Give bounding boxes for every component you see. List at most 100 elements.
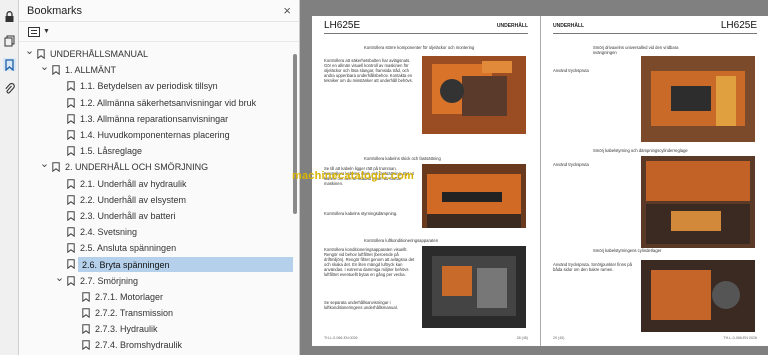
page-footer-left: TH-L-0-066-EN 0026 <box>324 336 358 340</box>
options-list-icon <box>28 26 40 37</box>
photo-cable-guide <box>641 156 755 248</box>
watermark-text: machinecatalogic.com <box>292 170 414 182</box>
bookmark-label: 1.4. Huvudkomponenternas placering <box>80 130 230 141</box>
bookmark-item[interactable]: 2.2. Underhåll av elsystem <box>19 192 293 208</box>
bookmark-label: 1.3. Allmänna reparationsanvisningar <box>80 113 229 124</box>
photo-aircon <box>422 246 526 328</box>
bookmark-icon <box>67 194 75 205</box>
photo-driveshaft <box>641 56 755 142</box>
bullet-3: Smörj kabelstyrningens cylinderlager <box>593 248 662 253</box>
page-footer-right: 28 (45) <box>516 336 528 340</box>
header-rule <box>324 33 528 34</box>
bookmark-options-button[interactable]: ▼ <box>25 24 53 40</box>
bookmark-label: 2.7.1. Motorlager <box>95 291 164 302</box>
note-2: Använd tryckspruta <box>553 162 589 167</box>
bookmark-label: 2.2. Underhåll av elsystem <box>80 194 187 205</box>
bookmark-item[interactable]: 1.5. Låsreglage <box>19 143 293 159</box>
bookmark-item[interactable]: 2.7.3. Hydraulik <box>19 321 293 337</box>
bookmark-item[interactable]: ⌄ 2.7. Smörjning <box>19 272 293 289</box>
bookmark-icon <box>37 49 45 59</box>
chevron-down-icon[interactable]: ⌄ <box>40 158 49 170</box>
bookmark-icon <box>82 324 90 335</box>
chevron-down-icon[interactable]: ⌄ <box>55 272 64 284</box>
note-1: Använd tryckspruta <box>553 68 589 73</box>
bookmark-item[interactable]: 1.4. Huvudkomponenternas placering <box>19 127 293 143</box>
bookmark-icon <box>67 81 75 92</box>
bookmark-icon <box>82 292 90 302</box>
bookmark-label: UNDERHÅLLSMANUAL <box>50 49 149 60</box>
bookmarks-panel-header: Bookmarks × <box>19 0 299 22</box>
bookmarks-icon[interactable] <box>3 58 16 71</box>
bookmark-label: 1.5. Låsreglage <box>80 146 143 157</box>
bookmark-item[interactable]: 2.7.2. Transmission <box>19 305 293 321</box>
bookmark-icon <box>67 178 75 189</box>
bookmark-label: 2.7.3. Hydraulik <box>95 324 158 335</box>
lock-icon[interactable] <box>3 10 16 23</box>
bookmarks-scrollbar[interactable] <box>293 46 298 355</box>
bookmark-label: 2.7.4. Bromshydraulik <box>95 340 183 351</box>
close-icon[interactable]: × <box>283 4 291 17</box>
attachments-icon[interactable] <box>3 82 16 95</box>
chevron-down-icon[interactable]: ⌄ <box>25 45 34 57</box>
scrollbar-thumb[interactable] <box>293 54 297 214</box>
tool-rail <box>0 0 19 355</box>
bookmark-icon <box>67 130 75 140</box>
bookmark-item[interactable]: 2.4. Svetsning <box>19 224 293 240</box>
chevron-down-icon: ▼ <box>43 28 50 35</box>
bookmark-label: 2. UNDERHÅLL OCH SMÖRJNING <box>65 162 209 173</box>
bookmark-icon <box>67 259 75 270</box>
pdf-viewer: Bookmarks × ▼ ⌄ UNDERHÅLLSMANUAL ⌄ 1. ALLMÄ… <box>0 0 768 355</box>
photo-cylinder-bearing <box>641 260 755 332</box>
paragraph-5: Se separata underhållsanvisningar i luft… <box>324 300 398 310</box>
page-section: UNDERHÅLL <box>496 23 528 29</box>
bookmark-icon <box>82 308 90 318</box>
panel-title: Bookmarks <box>27 4 83 17</box>
chevron-down-icon[interactable]: ⌄ <box>40 61 49 73</box>
bookmark-item[interactable]: 2.1. Underhåll av hydraulik <box>19 176 293 192</box>
bookmark-item[interactable]: ⌄ 1. ALLMÄNT <box>19 61 293 78</box>
bookmark-icon <box>67 243 75 254</box>
paragraph-4: Kontrollera konditioneringsapparaten vis… <box>324 247 415 277</box>
bookmarks-toolbar: ▼ <box>19 22 299 42</box>
bullet-1: Kontrollera större komponenter för oljel… <box>364 45 475 50</box>
bookmark-item[interactable]: 1.1. Betydelsen av periodisk tillsyn <box>19 78 293 94</box>
bookmark-label: 2.6. Bryta spänningen <box>82 259 170 270</box>
bookmark-label: 2.4. Svetsning <box>80 227 138 238</box>
paragraph-1: Kontrollera att säkerhetsbulten har avlä… <box>324 58 413 83</box>
bookmark-item[interactable]: ⌄ 2. UNDERHÅLL OCH SMÖRJNING <box>19 158 293 175</box>
paragraph-3: Kontrollera kabelns styrningsdämpning. <box>324 211 398 216</box>
page-model: LH625E <box>720 20 757 31</box>
photo-component <box>422 56 526 134</box>
bookmark-label: 2.7.2. Transmission <box>95 308 174 319</box>
page-thumbnails-icon[interactable] <box>3 34 16 47</box>
bookmark-icon <box>82 340 90 351</box>
page-footer-right: TH-L-0-066-EN 0026 <box>723 336 757 340</box>
bookmark-label: 1. ALLMÄNT <box>65 65 117 76</box>
bookmark-label: 2.5. Ansluta spänningen <box>80 243 177 254</box>
bookmark-label: 2.3. Underhåll av batteri <box>80 210 176 221</box>
photo-cable <box>422 164 526 228</box>
bookmark-label: 2.1. Underhåll av hydraulik <box>80 178 187 189</box>
bookmark-label: 1.2. Allmänna säkerhetsanvisningar vid b… <box>80 97 257 108</box>
bookmark-label: 1.1. Betydelsen av periodisk tillsyn <box>80 81 218 92</box>
bookmark-item[interactable]: 2.7.4. Bromshydraulik <box>19 337 293 353</box>
document-view[interactable]: LH625E UNDERHÅLL Kontrollera större komp… <box>292 0 768 355</box>
bullet-1: Smörj drivaxelns universalled vid den vr… <box>593 45 679 55</box>
bookmark-item[interactable]: 1.3. Allmänna reparationsanvisningar <box>19 111 293 127</box>
bookmark-icon <box>67 97 75 108</box>
bookmark-icon <box>67 114 75 124</box>
bookmark-label: 2.7. Smörjning <box>80 275 139 286</box>
bookmark-item[interactable]: 2.7.1. Motorlager <box>19 289 293 305</box>
bookmark-item[interactable]: 1.2. Allmänna säkerhetsanvisningar vid b… <box>19 95 293 111</box>
bookmark-item[interactable]: ⌄ UNDERHÅLLSMANUAL <box>19 45 293 62</box>
bullet-2: Smörj kabelstyrning och dämpningscylinde… <box>593 148 688 153</box>
bookmark-item[interactable]: 2.5. Ansluta spänningen <box>19 240 293 256</box>
page-footer-left: 29 (45) <box>553 336 565 340</box>
page-header: UNDERHÅLL LH625E <box>541 20 768 34</box>
bookmark-icon <box>67 211 75 221</box>
bookmarks-panel: Bookmarks × ▼ ⌄ UNDERHÅLLSMANUAL ⌄ 1. ALLMÄ… <box>19 0 300 355</box>
bookmark-icon <box>52 65 60 76</box>
bookmark-item[interactable]: 2.3. Underhåll av batteri <box>19 208 293 224</box>
note-3: Använd tryckspruta. Smörjpunkter finns p… <box>553 262 632 272</box>
bookmark-tree: ⌄ UNDERHÅLLSMANUAL ⌄ 1. ALLMÄNT 1.1. Betydel… <box>19 45 293 354</box>
